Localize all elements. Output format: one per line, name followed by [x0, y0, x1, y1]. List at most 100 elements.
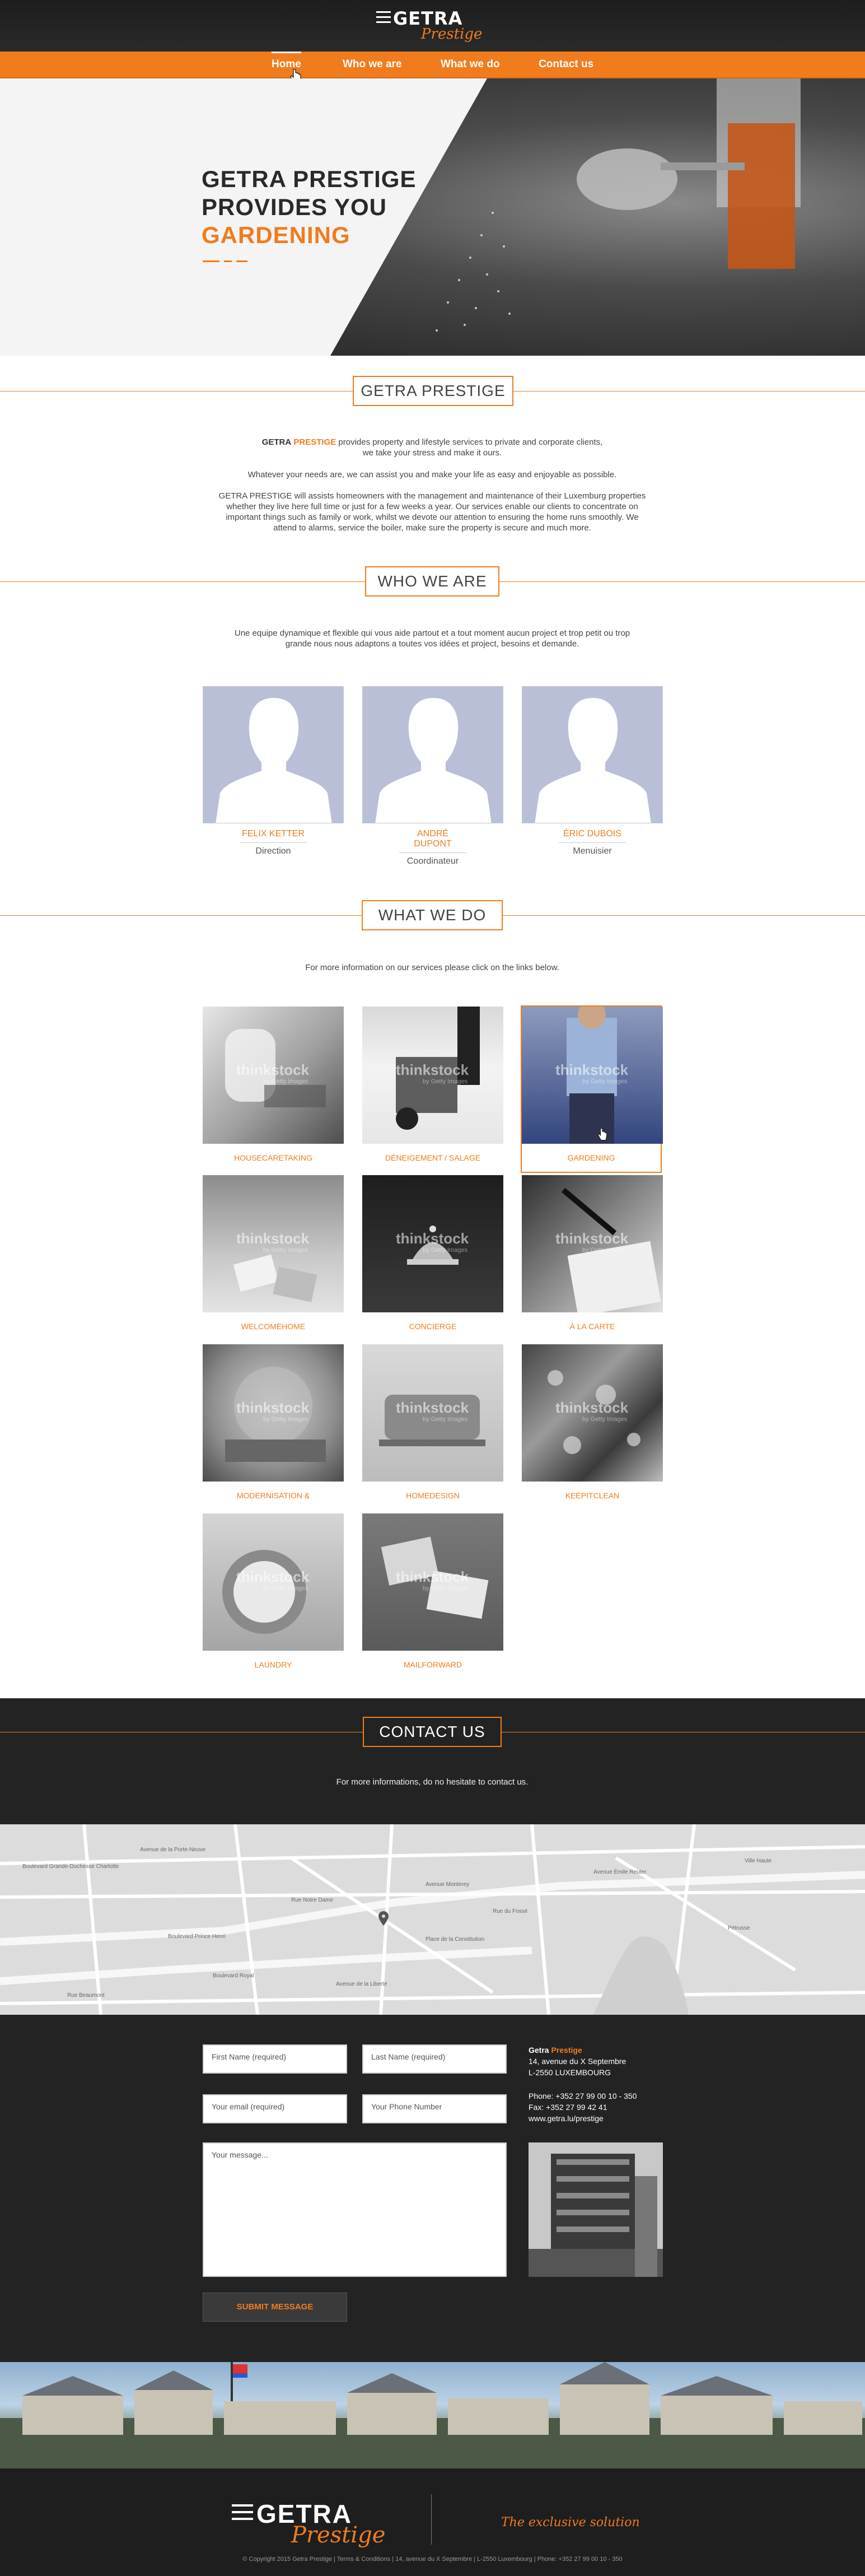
service-modernisation[interactable]: thinkstock by Getty Images MODERNISATION …	[203, 1344, 344, 1528]
email-input[interactable]: Your email (required)	[203, 2094, 347, 2123]
service-homedesign[interactable]: thinkstock by Getty Images HOMEDESIGN	[362, 1344, 503, 1510]
message-textarea[interactable]: Your message...	[203, 2142, 507, 2277]
main-nav: Home Who we are What we do Contact us	[0, 52, 865, 78]
service-label: KEEPITCLEAN	[565, 1491, 620, 1500]
what-text: For more information on our services ple…	[305, 963, 559, 972]
member-name: ANDRÉ DUPONT	[399, 829, 466, 853]
nav-what-we-do[interactable]: What we do	[441, 52, 500, 77]
service-deneigement[interactable]: thinkstock by Getty Images DÉNEIGEMENT / …	[362, 1007, 503, 1172]
company-main: Getra	[529, 2046, 549, 2055]
service-label: GARDENING	[567, 1153, 615, 1162]
service-photo: thinkstock by Getty Images	[362, 1513, 503, 1651]
footer-logo-subtext: Prestige	[291, 2522, 386, 2548]
map-street-label: Boulevard Grande-Duchesse Charlotte	[22, 1864, 119, 1870]
phone-number: Phone: +352 27 99 00 10 - 350	[529, 2091, 637, 2100]
intro-heading: GETRA PRESTIGE	[353, 376, 513, 406]
hero-banner: GETRA PRESTIGE PROVIDES YOU GARDENING	[0, 78, 865, 356]
company-name: Getra Prestige	[529, 2044, 637, 2056]
watermark-sub: by Getty Images	[423, 1078, 468, 1085]
service-label: LAUNDRY	[254, 1660, 292, 1669]
intro-paragraph-3: GETRA PRESTIGE will assists homeowners w…	[180, 491, 684, 533]
office-building-photo	[529, 2142, 663, 2277]
map-pin-icon[interactable]	[378, 1911, 389, 1926]
intro-paragraph-1: GETRA PRESTIGE provides property and lif…	[180, 437, 684, 458]
avatar-placeholder	[203, 686, 344, 823]
intro-p3-line1: GETRA PRESTIGE will assists homeowners w…	[218, 491, 646, 501]
watermark: thinkstock	[236, 1399, 310, 1416]
watermark: thinkstock	[555, 1230, 629, 1247]
company-accent: Prestige	[551, 2046, 582, 2055]
avatar-placeholder	[362, 686, 503, 823]
who-text-line1: Une equipe dynamique et flexible qui vou…	[234, 628, 630, 638]
member-name: ÉRIC DUBOIS	[559, 829, 626, 843]
watermark-sub: by Getty Images	[423, 1247, 468, 1254]
map-street-label: Ville Haute	[745, 1858, 772, 1864]
watermark-sub: by Getty Images	[582, 1078, 628, 1085]
what-heading: WHAT WE DO	[362, 900, 503, 930]
map-street-label: Boulevard Prince Henri	[168, 1934, 226, 1940]
site-logo[interactable]: GETRA Prestige	[376, 6, 488, 45]
fax-number: Fax: +352 27 99 42 41	[529, 2103, 607, 2112]
who-text: Une equipe dynamique et flexible qui vou…	[180, 628, 684, 649]
hero-headline: GETRA PRESTIGE PROVIDES YOU GARDENING	[202, 165, 417, 249]
address-line-2: L-2550 LUXEMBOURG	[529, 2068, 611, 2077]
member-name: FELIX KETTER	[240, 829, 307, 843]
who-heading: WHO WE ARE	[365, 566, 499, 597]
service-a-la-carte[interactable]: thinkstock by Getty Images À LA CARTE	[522, 1175, 663, 1340]
service-photo: thinkstock by Getty Images	[203, 1513, 344, 1651]
first-name-input[interactable]: First Name (required)	[203, 2044, 347, 2074]
watermark-sub: by Getty Images	[582, 1247, 628, 1254]
location-map[interactable]: Avenue Monterey Boulevard Grande-Duchess…	[0, 1824, 865, 2015]
address-line-1: 14, avenue du X Septembre	[529, 2057, 626, 2066]
service-photo: thinkstock by Getty Images	[203, 1344, 344, 1482]
intro-paragraph-2: Whatever your needs are, we can assist y…	[247, 470, 617, 479]
hero-dashes	[203, 257, 252, 267]
watermark-sub: by Getty Images	[263, 1416, 308, 1423]
service-label: MAILFORWARD	[403, 1660, 462, 1669]
service-label: MODERNISATION & REFURBISHMENT	[236, 1491, 310, 1528]
map-street-label: Avenue de la Porte-Neuve	[140, 1847, 206, 1853]
contact-text: For more informations, do no hesitate to…	[336, 1777, 529, 1787]
service-label: HOMEDESIGN	[406, 1491, 460, 1500]
map-street-label: Rue Beaumont	[67, 1992, 105, 1999]
hero-gardening-photo	[330, 78, 865, 356]
watermark: thinkstock	[396, 1061, 469, 1078]
team-member-card[interactable]: ANDRÉ DUPONT Coordinateur	[362, 686, 503, 867]
service-photo: thinkstock by Getty Images	[522, 1175, 663, 1312]
service-photo: thinkstock by Getty Images	[362, 1175, 503, 1312]
service-concierge[interactable]: thinkstock by Getty Images CONCIERGE	[362, 1175, 503, 1340]
contact-section: CONTACT US For more informations, do no …	[0, 1698, 865, 1824]
logo-subtext: Prestige	[421, 26, 483, 43]
service-housecaretaking[interactable]: thinkstock by Getty Images HOUSECARETAKIN…	[203, 1007, 344, 1172]
service-label: DÉNEIGEMENT / SALAGE	[385, 1153, 481, 1162]
logo-lines-icon	[376, 11, 391, 26]
hero-line-3: GARDENING	[202, 222, 350, 248]
watermark-sub: by Getty Images	[263, 1078, 308, 1085]
service-label: À LA CARTE	[569, 1322, 615, 1331]
service-laundry[interactable]: thinkstock by Getty Images LAUNDRY	[203, 1513, 344, 1679]
submit-button[interactable]: SUBMIT MESSAGE	[203, 2293, 347, 2322]
phone-input[interactable]: Your Phone Number	[362, 2094, 507, 2123]
watermark-sub: by Getty Images	[423, 1416, 468, 1423]
service-photo: thinkstock by Getty Images	[522, 1007, 663, 1144]
nav-who-we-are[interactable]: Who we are	[343, 52, 402, 77]
watermark-sub: by Getty Images	[423, 1585, 468, 1592]
last-name-input[interactable]: Last Name (required)	[362, 2044, 507, 2074]
footer-slogan: The exclusive solution	[501, 2516, 640, 2530]
team-member-card[interactable]: FELIX KETTER Direction	[203, 686, 344, 856]
service-keepitclean[interactable]: thinkstock by Getty Images KEEPITCLEAN	[522, 1344, 663, 1510]
service-gardening[interactable]: thinkstock by Getty Images GARDENING	[521, 1005, 663, 1173]
copyright-text: © Copyright 2015 Getra Prestige | Terms …	[242, 2556, 623, 2563]
service-welcomehome[interactable]: thinkstock by Getty Images WELCOMEHOME	[203, 1175, 344, 1340]
website-link[interactable]: www.getra.lu/prestige	[529, 2113, 637, 2124]
service-label: HOUSECARETAKING	[234, 1153, 312, 1162]
map-street-label: Avenue de la Liberté	[336, 1981, 387, 1987]
service-label: WELCOMEHOME	[241, 1322, 306, 1331]
service-mailforward[interactable]: thinkstock by Getty Images MAILFORWARD	[362, 1513, 503, 1679]
team-member-card[interactable]: ÉRIC DUBOIS Menuisier	[522, 686, 663, 856]
nav-contact-us[interactable]: Contact us	[539, 52, 593, 77]
footer-logo-lines-icon	[232, 2504, 253, 2524]
brand-name: GETRA	[261, 437, 292, 447]
intro-text: provides property and lifestyle services…	[336, 437, 603, 447]
map-street-label: Pétrusse	[728, 1925, 750, 1931]
